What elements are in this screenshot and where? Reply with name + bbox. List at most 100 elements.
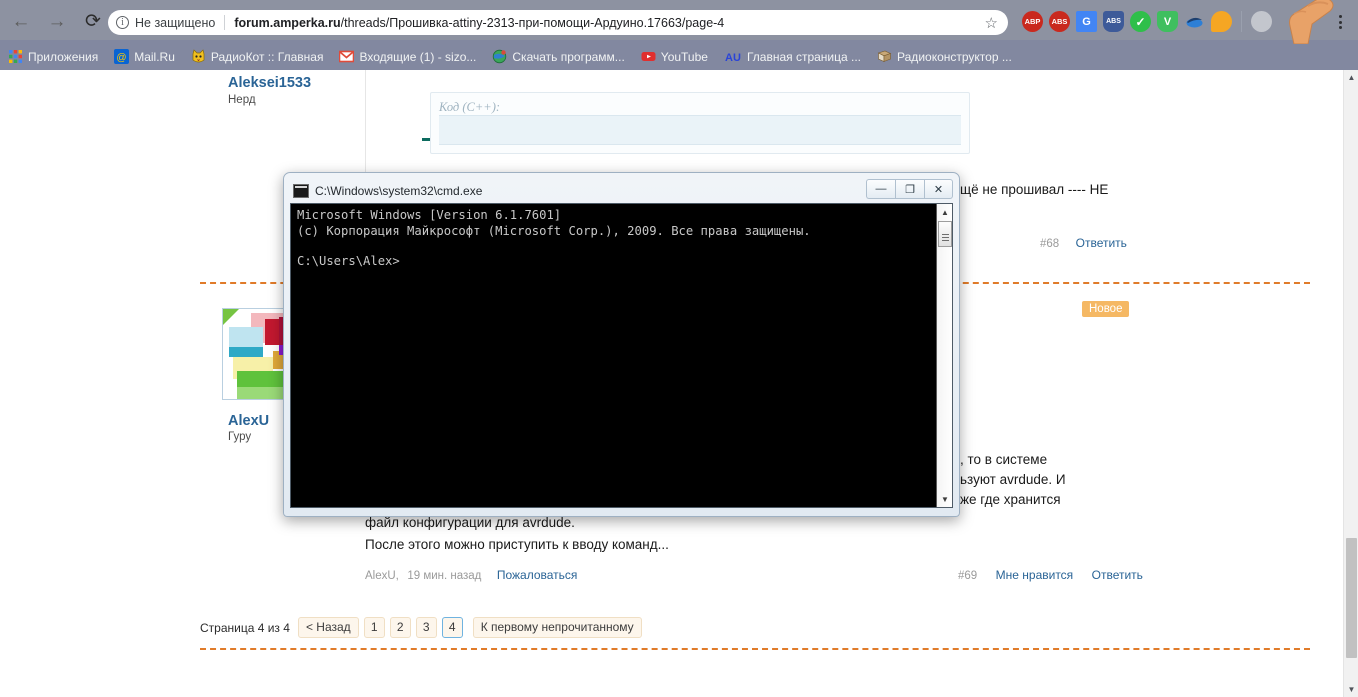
bookmark-radiokot[interactable]: РадиоКот :: Главная (191, 49, 324, 64)
bookmark-download-label: Скачать программ... (512, 49, 625, 64)
forward-button[interactable]: → (42, 7, 72, 37)
adblock-icon[interactable]: ABS (1049, 11, 1070, 32)
post-lower-meta-time: 19 мин. назад (407, 570, 482, 582)
pagination-page-2[interactable]: 2 (389, 617, 411, 638)
pagination-prev-button[interactable]: < Назад (297, 617, 359, 638)
bookmark-download[interactable]: Скачать программ... (492, 49, 625, 64)
bookmark-youtube[interactable]: YouTube (641, 49, 708, 64)
bookmark-radiokonstruktor[interactable]: Радиоконструктор ... (877, 49, 1012, 64)
bookmark-radiokonstruktor-label: Радиоконструктор ... (897, 49, 1012, 64)
chrome-menu-button[interactable] (1330, 11, 1350, 33)
cmd-titlebar[interactable]: C:\Windows\system32\cmd.exe — ❐ ✕ (290, 179, 953, 203)
back-button[interactable]: ← (6, 7, 36, 37)
pagination-label: Страница 4 из 4 (200, 620, 290, 635)
youtube-icon (641, 52, 656, 61)
profile-avatar-icon[interactable] (1251, 11, 1272, 32)
post-lower-like-link[interactable]: Мне нравится (996, 568, 1074, 582)
post-upper-reply-link[interactable]: Ответить (1076, 236, 1127, 250)
console-icon (293, 184, 309, 198)
post-upper-usertitle: Нерд (228, 94, 256, 106)
post-lower-username[interactable]: AlexU (228, 413, 269, 429)
code-block[interactable]: Код (C++): (430, 92, 970, 154)
post-lower-meta: AlexU, 19 мин. назад Пожаловаться (365, 566, 577, 584)
gmail-icon (339, 50, 355, 63)
cmd-window-controls: — ❐ ✕ (866, 179, 953, 199)
cmd-prompt-line: C:\Users\Alex> (297, 254, 400, 268)
minimize-button[interactable]: — (866, 179, 895, 199)
bookmarks-bar: Приложения @ Mail.Ru РадиоКот :: Главная (0, 43, 1358, 108)
cmd-scrollbar[interactable]: ▲ ▼ (936, 204, 952, 507)
cmd-window-title: C:\Windows\system32\cmd.exe (315, 184, 483, 198)
pagination-page-1[interactable]: 1 (363, 617, 385, 638)
bookmark-mailru[interactable]: @ Mail.Ru (114, 49, 175, 64)
post-separator-2 (200, 648, 1310, 650)
google-translate-icon[interactable]: G (1076, 11, 1097, 32)
post-lower-line-1: , то в системе (960, 452, 1048, 467)
bookmark-mainpage[interactable]: AU Главная страница ... (724, 49, 862, 65)
post-upper-number: #68 (1040, 238, 1060, 250)
bookmark-mainpage-label: Главная страница ... (746, 49, 862, 64)
close-button[interactable]: ✕ (924, 179, 953, 199)
bookmark-radiokot-label: РадиоКот :: Главная (210, 49, 324, 64)
svg-text:AU: AU (725, 52, 741, 64)
pagination-page-3[interactable]: 3 (415, 617, 437, 638)
page-scrollbar[interactable]: ▲ ▼ (1343, 70, 1358, 697)
navigation-row: ← → ⟳ i Не защищено forum.amperka.ru /th… (0, 0, 1358, 45)
post-divider-vertical (365, 70, 366, 180)
checkmark-icon[interactable]: ✓ (1130, 11, 1151, 32)
cmd-window[interactable]: C:\Windows\system32\cmd.exe — ❐ ✕ Micros… (283, 172, 960, 517)
post-lower-usertitle: Гуру (228, 431, 252, 443)
orange-bubble-icon[interactable] (1211, 11, 1232, 32)
page-scroll-down-button[interactable]: ▼ (1344, 682, 1358, 697)
extensions-divider (1241, 11, 1242, 32)
post-upper-username[interactable]: Aleksei1533 (228, 75, 311, 91)
bookmark-gmail-label: Входящие (1) - sizo... (359, 49, 477, 64)
url-domain: forum.amperka.ru (234, 15, 341, 30)
apps-grid-icon (9, 50, 22, 63)
bookmark-apps[interactable]: Приложения (8, 49, 98, 64)
hand-pointer-overlay (1264, 0, 1336, 45)
cmd-scroll-up-button[interactable]: ▲ (937, 204, 952, 220)
cmd-line-3 (291, 239, 952, 254)
url-path: /threads/Прошивка-attiny-2313-при-помощи… (340, 15, 725, 30)
post-lower-line-2: ьзуют avrdude. И (960, 472, 1066, 487)
blue-drop-icon[interactable] (1184, 11, 1205, 32)
bookmark-mailru-label: Mail.Ru (134, 49, 175, 64)
post-lower-reply-link[interactable]: Ответить (1092, 568, 1143, 582)
code-block-content (439, 115, 961, 145)
cmd-line-2: (c) Корпорация Майкрософт (Microsoft Cor… (297, 223, 811, 238)
bookmark-star-icon[interactable]: ☆ (985, 14, 998, 32)
svg-text:@: @ (117, 53, 127, 64)
post-lower-report-link[interactable]: Пожаловаться (497, 568, 578, 582)
omnibox-divider (224, 15, 226, 30)
post-lower-line-5: После этого можно приступить к вводу ком… (365, 537, 669, 552)
maximize-button[interactable]: ❐ (895, 179, 924, 199)
page-scroll-thumb[interactable] (1346, 538, 1357, 658)
post-lower-number: #69 (958, 570, 978, 582)
status-badge: Новое (1082, 301, 1130, 317)
extensions-bar: ABP ABS G ABS ✓ V (1022, 11, 1272, 32)
post-lower-line-3: же где хранится (960, 492, 1061, 507)
cmd-console-screen[interactable]: Microsoft Windows [Version 6.1.7601] (c)… (290, 203, 953, 508)
adblock-plus-icon[interactable]: ABP (1022, 11, 1043, 32)
vpn-shield-icon[interactable]: V (1157, 11, 1178, 32)
mailru-icon: @ (114, 49, 130, 64)
cat-icon (192, 49, 205, 63)
shield-icon[interactable]: ABS (1103, 11, 1124, 32)
globe-icon (493, 49, 507, 64)
post-lower-footer: #69 Мне нравится Ответить (958, 566, 1143, 584)
reload-button[interactable]: ⟳ (78, 7, 108, 37)
blue-drop-glyph (1186, 17, 1203, 28)
bookmark-gmail[interactable]: Входящие (1) - sizo... (339, 49, 476, 64)
cmd-scroll-down-button[interactable]: ▼ (937, 491, 952, 507)
security-label: Не защищено (135, 15, 216, 30)
cmd-scroll-thumb[interactable] (938, 221, 952, 247)
pagination-page-4[interactable]: 4 (441, 617, 463, 638)
page-scroll-up-button[interactable]: ▲ (1344, 70, 1358, 85)
book-icon (877, 50, 892, 62)
pagination-first-unread-button[interactable]: К первому непрочитанному (472, 617, 642, 638)
address-bar[interactable]: i Не защищено forum.amperka.ru /threads/… (108, 10, 1008, 35)
post-lower-meta-author: AlexU, (365, 570, 399, 582)
browser-chrome: ← → ⟳ i Не защищено forum.amperka.ru /th… (0, 0, 1358, 108)
info-icon[interactable]: i (116, 16, 129, 29)
